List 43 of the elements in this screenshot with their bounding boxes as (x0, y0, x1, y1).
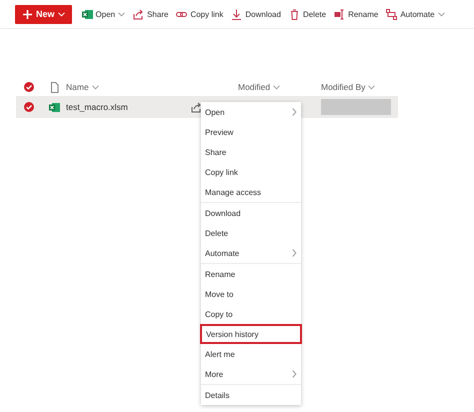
share-icon (133, 8, 144, 20)
share-icon (191, 102, 202, 112)
menu-item[interactable]: Manage access (201, 182, 301, 202)
toolbar-button[interactable]: Automate (382, 4, 449, 24)
menu-item[interactable]: Copy link (201, 162, 301, 182)
menu-item[interactable]: Share (201, 142, 301, 162)
rename-icon (334, 8, 346, 20)
toolbar-button[interactable]: Delete (284, 4, 330, 24)
chevron-down-icon (273, 84, 280, 90)
menu-item[interactable]: Copy to (201, 304, 301, 324)
menu-item[interactable]: Open (201, 102, 301, 122)
menu-item[interactable]: Alert me (201, 344, 301, 364)
menu-item[interactable]: More (201, 364, 301, 384)
new-button[interactable]: New (15, 4, 72, 24)
trash-icon (288, 8, 300, 20)
chevron-down-icon (92, 84, 99, 90)
menu-item[interactable]: Move to (201, 284, 301, 304)
column-header[interactable]: Modified By (321, 82, 366, 92)
spreadsheet-icon (48, 102, 60, 112)
toolbar-button[interactable]: Share (129, 4, 172, 24)
menu-item[interactable]: Version history (200, 324, 302, 344)
toolbar-button[interactable]: Open (78, 4, 130, 24)
toolbar-button[interactable]: Download (227, 4, 285, 24)
menu-item[interactable]: Details (201, 385, 301, 405)
menu-item[interactable]: Preview (201, 122, 301, 142)
document-icon (48, 82, 60, 92)
chevron-down-icon (368, 84, 376, 90)
menu-item[interactable]: Rename (201, 264, 301, 284)
spreadsheet-icon (82, 8, 93, 20)
select-all-checkbox[interactable] (24, 82, 34, 92)
column-header[interactable]: Name (66, 82, 89, 92)
download-icon (231, 8, 242, 20)
file-name[interactable]: test_macro.xlsm (66, 102, 184, 112)
column-header[interactable]: Modified (238, 82, 270, 92)
plus-icon (22, 8, 33, 20)
flow-icon (386, 8, 398, 20)
redacted-block (321, 99, 391, 115)
menu-item[interactable]: Download (201, 203, 301, 223)
row-checkbox[interactable] (24, 102, 34, 112)
toolbar-button[interactable]: Copy link (172, 4, 228, 24)
toolbar-button[interactable]: Rename (330, 4, 382, 24)
menu-item[interactable]: Automate (201, 243, 301, 263)
menu-item[interactable]: Delete (201, 223, 301, 243)
